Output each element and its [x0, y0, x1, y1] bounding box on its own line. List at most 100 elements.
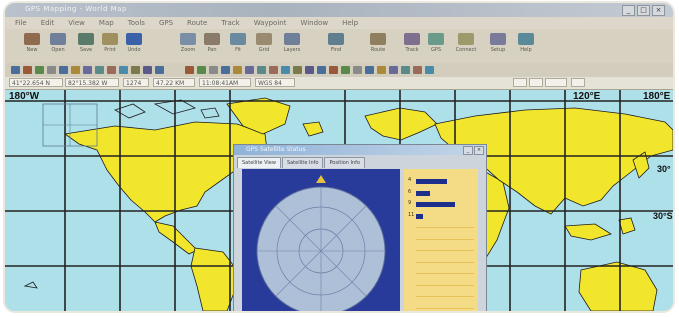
toolbar-button-find[interactable]: Find	[325, 33, 347, 59]
menu-item-window[interactable]: Window	[300, 17, 328, 29]
undo-icon	[126, 33, 142, 45]
menu-item-waypoint[interactable]: Waypoint	[254, 17, 287, 29]
toolbar-button-fit[interactable]: Fit	[227, 33, 249, 59]
minimize-button[interactable]: _	[622, 5, 635, 16]
dialog-window-controls: _ ×	[463, 146, 484, 155]
toolbar-button-grid[interactable]: Grid	[253, 33, 275, 59]
status-control-4[interactable]	[571, 78, 585, 87]
lon-label-120e: 120°E	[573, 91, 601, 102]
tool-icon[interactable]	[185, 66, 194, 74]
zoom-icon	[180, 33, 196, 45]
tool-icon[interactable]	[293, 66, 302, 74]
tool-icon[interactable]	[221, 66, 230, 74]
tool-icon[interactable]	[401, 66, 410, 74]
open-icon	[50, 33, 66, 45]
tool-icon[interactable]	[245, 66, 254, 74]
menu-item-file[interactable]: File	[15, 17, 27, 29]
toolbar-button-track[interactable]: Track	[401, 33, 423, 59]
signal-row	[408, 246, 474, 255]
tool-icon[interactable]	[341, 66, 350, 74]
signal-strength-bar	[416, 213, 423, 219]
tool-icon[interactable]	[197, 66, 206, 74]
tool-icon[interactable]	[389, 66, 398, 74]
connect-icon	[458, 33, 474, 45]
tool-icon[interactable]	[11, 66, 20, 74]
tool-icon[interactable]	[425, 66, 434, 74]
maximize-button[interactable]: □	[637, 5, 650, 16]
status-field-2: 82°15.382 W	[65, 78, 119, 87]
tool-icon[interactable]	[59, 66, 68, 74]
toolbar-button-label: Find	[330, 47, 342, 53]
toolbar-button-zoom[interactable]: Zoom	[177, 33, 199, 59]
tool-icon[interactable]	[377, 66, 386, 74]
toolbar-button-connect[interactable]: Connect	[455, 33, 477, 59]
tool-icon[interactable]	[329, 66, 338, 74]
dialog-title-bar[interactable]: GPS Satellite Status _ ×	[234, 145, 486, 155]
route-icon	[370, 33, 386, 45]
toolbar-button-label: New	[26, 47, 38, 53]
tool-icon[interactable]	[305, 66, 314, 74]
signal-row	[408, 292, 474, 301]
tool-icon[interactable]	[317, 66, 326, 74]
fit-icon	[230, 33, 246, 45]
toolbar-button-help[interactable]: Help	[515, 33, 537, 59]
toolbar-button-setup[interactable]: Setup	[487, 33, 509, 59]
signal-row: 4	[408, 177, 474, 186]
signal-slot-divider	[416, 296, 474, 297]
menu-item-edit[interactable]: Edit	[41, 17, 55, 29]
menu-item-view[interactable]: View	[68, 17, 85, 29]
tab-satellite-view[interactable]: Satellite View	[237, 157, 281, 168]
menu-item-gps[interactable]: GPS	[159, 17, 173, 29]
tool-icon[interactable]	[413, 66, 422, 74]
tool-icon[interactable]	[209, 66, 218, 74]
tool-icon[interactable]	[107, 66, 116, 74]
toolbar-button-pan[interactable]: Pan	[201, 33, 223, 59]
tool-icon[interactable]	[119, 66, 128, 74]
tool-icon[interactable]	[365, 66, 374, 74]
tool-icon[interactable]	[143, 66, 152, 74]
tool-icon[interactable]	[269, 66, 278, 74]
tool-icon[interactable]	[155, 66, 164, 74]
tool-icon[interactable]	[95, 66, 104, 74]
tab-satellite-info[interactable]: Satellite Info	[281, 157, 324, 168]
satellite-status-dialog[interactable]: GPS Satellite Status _ × Satellite View …	[233, 144, 487, 311]
toolbar-button-save[interactable]: Save	[75, 33, 97, 59]
close-button[interactable]: ×	[652, 5, 665, 16]
toolbar-button-label: Connect	[455, 47, 477, 53]
status-control-2[interactable]	[529, 78, 543, 87]
menu-item-track[interactable]: Track	[221, 17, 239, 29]
tool-icon[interactable]	[23, 66, 32, 74]
status-control-1[interactable]	[513, 78, 527, 87]
toolbar-button-undo[interactable]: Undo	[123, 33, 145, 59]
toolbar-button-new[interactable]: New	[21, 33, 43, 59]
satellite-id: 11	[408, 211, 415, 218]
tool-icon[interactable]	[35, 66, 44, 74]
tool-icon[interactable]	[233, 66, 242, 74]
satellite-id: 6	[408, 188, 412, 195]
tool-icon[interactable]	[131, 66, 140, 74]
toolbar-button-layers[interactable]: Layers	[281, 33, 303, 59]
tool-icon[interactable]	[257, 66, 266, 74]
toolbar-button-gps[interactable]: GPS	[425, 33, 447, 59]
lat-label-30s: 30°S	[653, 211, 673, 221]
tab-position-info[interactable]: Position Info	[324, 157, 365, 168]
status-control-3[interactable]	[545, 78, 567, 87]
menu-item-map[interactable]: Map	[99, 17, 114, 29]
dialog-close-button[interactable]: ×	[474, 146, 484, 155]
signal-row: 9	[408, 200, 474, 209]
toolbar-button-route[interactable]: Route	[367, 33, 389, 59]
tool-icon[interactable]	[281, 66, 290, 74]
menu-item-help[interactable]: Help	[342, 17, 358, 29]
tool-icon[interactable]	[353, 66, 362, 74]
signal-strength-panel: 4 6 9 11	[404, 169, 478, 311]
toolbar-button-print[interactable]: Print	[99, 33, 121, 59]
tool-icon[interactable]	[47, 66, 56, 74]
toolbar-button-open[interactable]: Open	[47, 33, 69, 59]
dialog-minimize-button[interactable]: _	[463, 146, 473, 155]
menu-item-route[interactable]: Route	[187, 17, 207, 29]
north-indicator-icon	[316, 175, 326, 183]
menu-item-tools[interactable]: Tools	[128, 17, 145, 29]
tool-icon[interactable]	[71, 66, 80, 74]
toolbar-button-label: Open	[51, 47, 65, 53]
tool-icon[interactable]	[83, 66, 92, 74]
